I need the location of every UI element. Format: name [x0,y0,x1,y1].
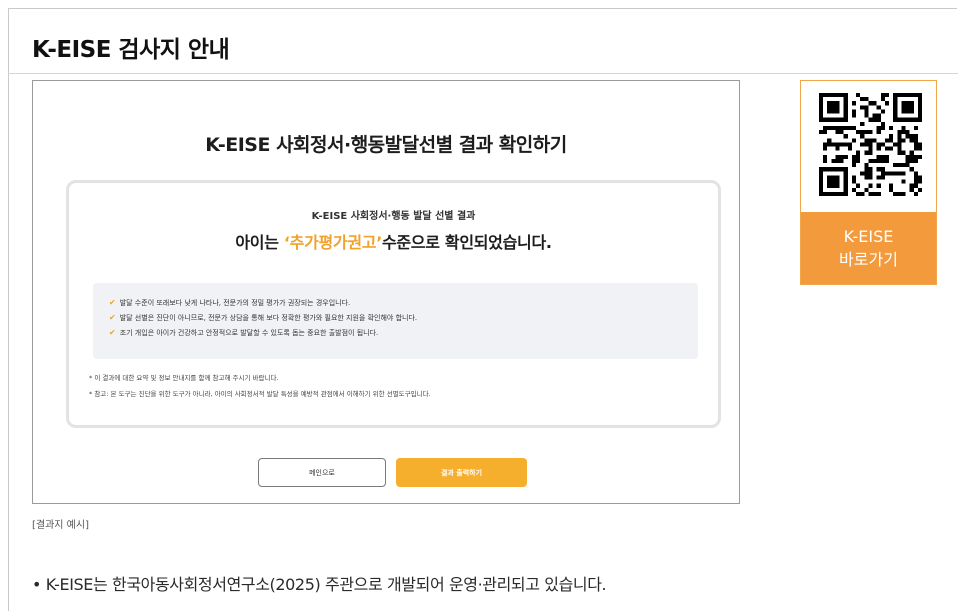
checklist-text: 발달 수준이 또래보다 낮게 나타나, 전문가의 정밀 평가가 권장되는 경우입… [119,299,351,307]
result-note: * 이 결과에 대한 요약 및 정보 안내지를 함께 참고해 주시기 바랍니다. [89,374,279,382]
image-caption: [결과지 예시] [32,520,89,531]
result-sheet-example: K-EISE 사회정서·행동발달선별 결과 확인하기 K-EISE 사회정서·행… [32,80,740,504]
result-statement-suffix: 수준으로 확인되었습니다. [381,233,552,252]
list-item: ✔ 발달 선별은 진단이 아니므로, 전문가 상담을 통해 보다 정확한 평가와 … [109,310,698,325]
page-title: K-EISE 검사지 안내 [32,37,230,63]
check-icon: ✔ [109,328,116,337]
main-page-button[interactable]: 메인으로 [258,458,386,487]
result-note: * 참고: 본 도구는 진단을 위한 도구가 아니라, 아이의 사회정서적 발달… [89,390,431,398]
result-heading: K-EISE 사회정서·행동발달선별 결과 확인하기 [205,134,567,156]
print-result-button[interactable]: 결과 출력하기 [396,458,527,487]
result-card: K-EISE 사회정서·행동 발달 선별 결과 아이는 ‘추가평가권고’수준으로… [66,180,721,428]
checklist-text: 발달 선별은 진단이 아니므로, 전문가 상담을 통해 보다 정확한 평가와 필… [119,314,418,322]
check-icon: ✔ [109,313,116,322]
qr-shortcut-label[interactable]: K-EISE 바로가기 [801,212,936,284]
qr-code-icon [819,93,922,196]
checklist-text: 조기 개입은 아이가 건강하고 안정적으로 발달할 수 있도록 돕는 중요한 출… [119,329,379,337]
title-divider [8,73,958,74]
result-statement-prefix: 아이는 [235,233,284,252]
result-level-highlight: ‘추가평가권고’ [283,233,382,252]
qr-label-line2: 바로가기 [839,250,898,269]
footer-note: • K-EISE는 한국아동사회정서연구소(2025) 주관으로 개발되어 운영… [32,575,607,594]
qr-label-line1: K-EISE [843,227,894,246]
qr-shortcut-box[interactable]: K-EISE 바로가기 [800,80,937,285]
list-item: ✔ 조기 개입은 아이가 건강하고 안정적으로 발달할 수 있도록 돕는 중요한 … [109,325,698,340]
result-checklist: ✔ 발달 수준이 또래보다 낮게 나타나, 전문가의 정밀 평가가 권장되는 경우… [93,283,698,359]
check-icon: ✔ [109,298,116,307]
list-item: ✔ 발달 수준이 또래보다 낮게 나타나, 전문가의 정밀 평가가 권장되는 경우… [109,295,698,310]
result-statement: 아이는 ‘추가평가권고’수준으로 확인되었습니다. [69,229,718,253]
result-subtitle: K-EISE 사회정서·행동 발달 선별 결과 [311,211,476,222]
